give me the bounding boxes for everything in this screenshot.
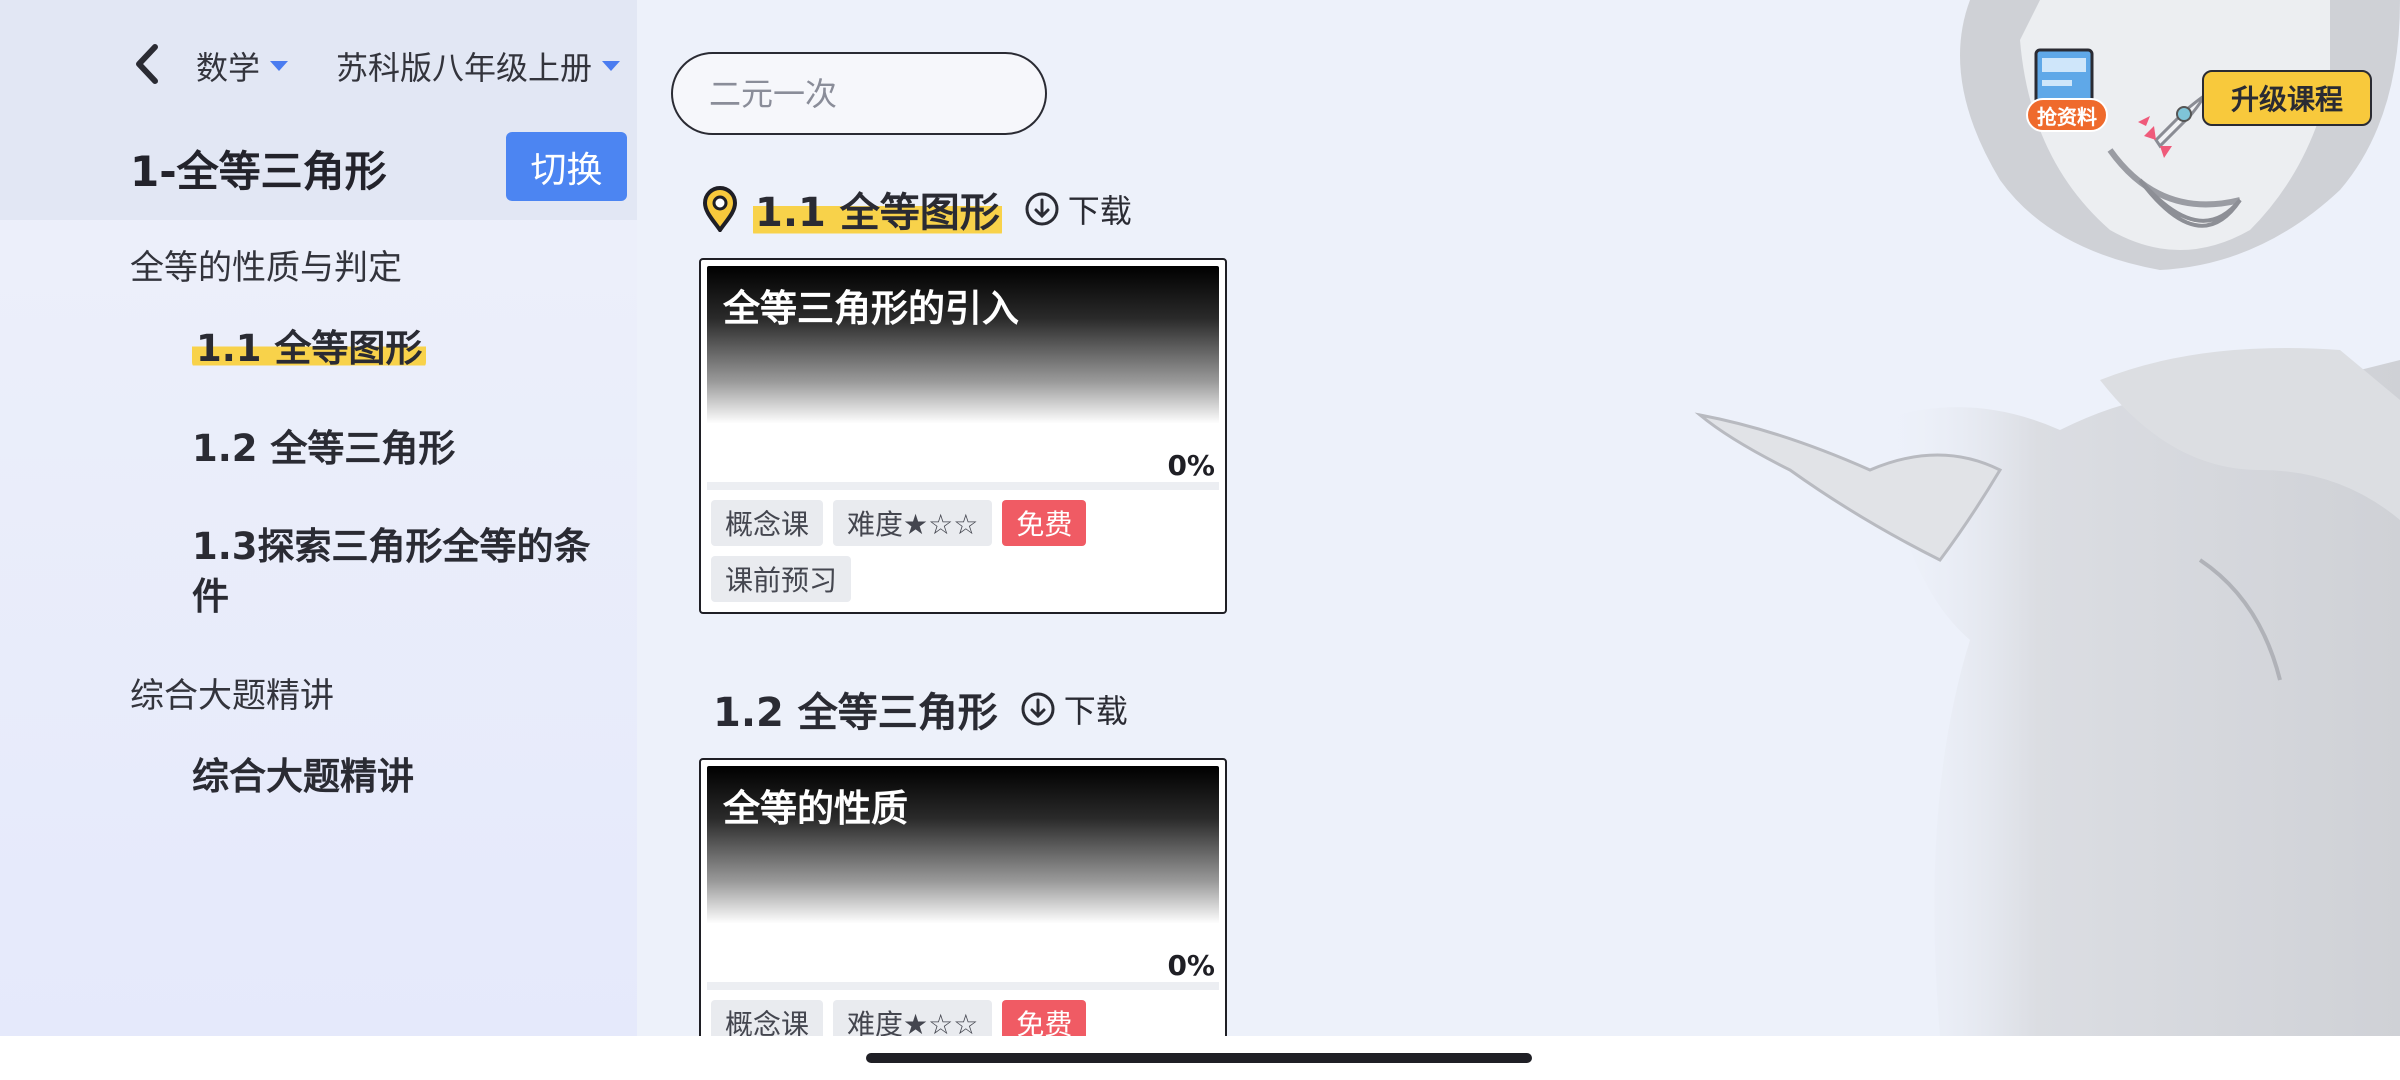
lesson-heading-1-2: 1.2 全等三角形 下载: [713, 680, 1128, 738]
download-icon: [1021, 692, 1055, 726]
sidebar-item-1-1[interactable]: 1.1 全等图形: [192, 324, 427, 374]
card-title: 全等三角形的引入: [723, 287, 1019, 330]
caret-down-icon: [270, 61, 289, 71]
sidebar-item-1-3[interactable]: 1.3探索三角形全等的条件: [192, 522, 602, 622]
chevron-left-icon: [136, 44, 158, 84]
subject-label: 数学: [196, 49, 261, 87]
search-bar[interactable]: [671, 52, 1108, 135]
progress-bar: [707, 482, 1219, 490]
card-thumbnail: 全等的性质 0%: [707, 766, 1219, 982]
download-icon: [1025, 192, 1059, 226]
download-button[interactable]: 下载: [1020, 686, 1128, 732]
section-label-properties: 全等的性质与判定: [130, 248, 402, 288]
unit-title: 1-全等三角形: [130, 147, 387, 196]
download-label: 下载: [1063, 692, 1128, 730]
card-thumbnail: 全等三角形的引入 0%: [707, 266, 1219, 482]
progress-bar: [707, 982, 1219, 990]
card-title: 全等的性质: [723, 787, 908, 830]
card-progress: 0%: [1167, 449, 1215, 482]
main-content: 1.1 全等图形 下载 全等三角形的引入 0% 概念课 难度★☆☆ 免费 课前预…: [637, 0, 2400, 1058]
switch-button[interactable]: 切换: [506, 132, 627, 201]
sidebar: 数学 苏科版八年级上册 1-全等三角形 切换 全等的性质与判定 1.1 全等图形…: [0, 0, 637, 1036]
lesson-heading-text: 1.2 全等三角形: [713, 690, 998, 736]
sidebar-item-1-2[interactable]: 1.2 全等三角形: [192, 424, 455, 474]
lesson-heading-1-1: 1.1 全等图形 下载: [701, 180, 1132, 238]
tag-difficulty: 难度★☆☆: [833, 500, 993, 546]
sidebar-item-label: 综合大题精讲: [192, 755, 414, 798]
sidebar-item-label: 1.1 全等图形: [192, 327, 427, 370]
card-progress: 0%: [1167, 949, 1215, 982]
lesson-heading-text: 1.1 全等图形: [753, 180, 1002, 238]
search-input[interactable]: [709, 74, 1108, 113]
home-indicator[interactable]: [866, 1053, 1532, 1063]
tag-free: 免费: [1002, 500, 1087, 546]
subject-dropdown[interactable]: 数学: [196, 44, 289, 88]
location-pin-icon: [702, 186, 738, 232]
lesson-card[interactable]: 全等三角形的引入 0% 概念课 难度★☆☆ 免费 课前预习: [699, 258, 1227, 614]
textbook-label: 苏科版八年级上册: [336, 49, 593, 87]
textbook-dropdown[interactable]: 苏科版八年级上册: [336, 44, 621, 88]
caret-down-icon: [602, 61, 621, 71]
download-label: 下载: [1067, 192, 1132, 230]
tag-list: 概念课 难度★☆☆ 免费 课前预习: [701, 490, 1225, 612]
sidebar-item-label: 1.3探索三角形全等的条件: [192, 525, 591, 618]
lesson-card[interactable]: 全等的性质 0% 概念课 难度★☆☆ 免费: [699, 758, 1227, 1058]
tag-concept: 概念课: [711, 500, 824, 546]
download-button[interactable]: 下载: [1024, 186, 1132, 232]
sidebar-item-comprehensive[interactable]: 综合大题精讲: [192, 752, 414, 802]
tag-preview: 课前预习: [711, 556, 852, 602]
sidebar-item-label: 1.2 全等三角形: [192, 427, 456, 470]
back-button[interactable]: [122, 40, 170, 88]
section-label-comprehensive: 综合大题精讲: [130, 676, 334, 716]
